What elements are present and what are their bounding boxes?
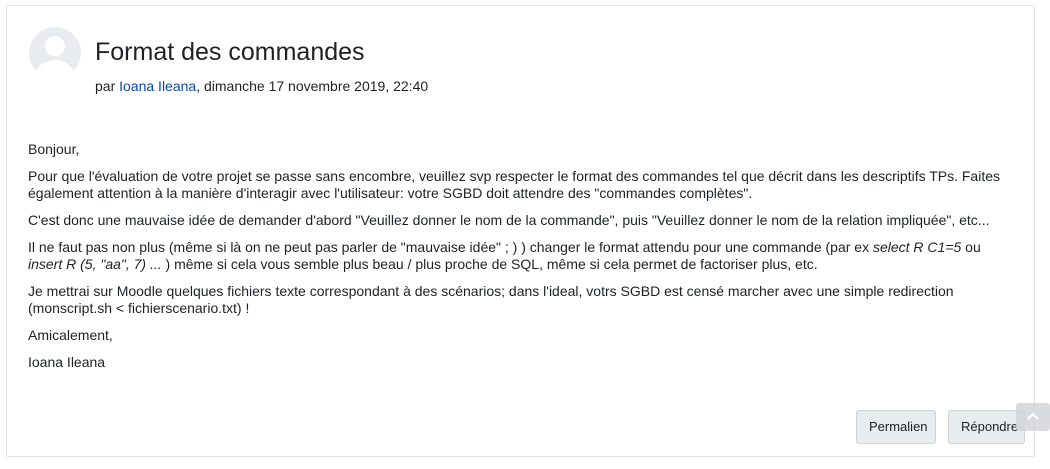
post-paragraph-2: C'est donc une mauvaise idée de demander… xyxy=(28,212,990,228)
p3-text-a: Il ne faut pas non plus (même si là on n… xyxy=(28,239,873,255)
user-avatar-icon[interactable] xyxy=(29,27,81,79)
p3-text-c: ) même si cela vous semble plus beau / p… xyxy=(161,256,818,272)
post-date: , dimanche 17 novembre 2019, 22:40 xyxy=(196,78,429,94)
permalink-button[interactable]: Permalien xyxy=(856,410,936,444)
byline-prefix: par xyxy=(95,78,120,94)
author-link[interactable]: Ioana Ileana xyxy=(119,78,196,94)
post-paragraph-1: Pour que l'évaluation de votre projet se… xyxy=(28,168,1001,201)
scroll-to-top-button[interactable] xyxy=(1016,403,1050,431)
post-paragraph-4: Je mettrai sur Moodle quelques fichiers … xyxy=(28,283,954,316)
post-byline: par Ioana Ileana, dimanche 17 novembre 2… xyxy=(95,77,428,95)
reply-button[interactable]: Répondre xyxy=(948,410,1025,444)
post-title: Format des commandes xyxy=(95,38,365,66)
post-greeting: Bonjour, xyxy=(28,141,80,157)
p3-example-select: select R C1=5 xyxy=(872,239,962,255)
avatar-head xyxy=(45,36,65,56)
post-content: Bonjour, Pour que l'évaluation de votre … xyxy=(28,141,1018,381)
post-closing: Amicalement, xyxy=(28,327,113,343)
post-paragraph-3: Il ne faut pas non plus (même si là on n… xyxy=(28,239,1018,273)
post-signature: Ioana Ileana xyxy=(28,354,106,370)
forum-post: Format des commandes par Ioana Ileana, d… xyxy=(6,5,1035,457)
avatar-body xyxy=(36,60,74,79)
chevron-up-icon xyxy=(1027,412,1039,420)
p3-text-b: ou xyxy=(961,239,981,255)
p3-example-insert: insert R (5, "aa", 7) ... xyxy=(28,256,162,272)
